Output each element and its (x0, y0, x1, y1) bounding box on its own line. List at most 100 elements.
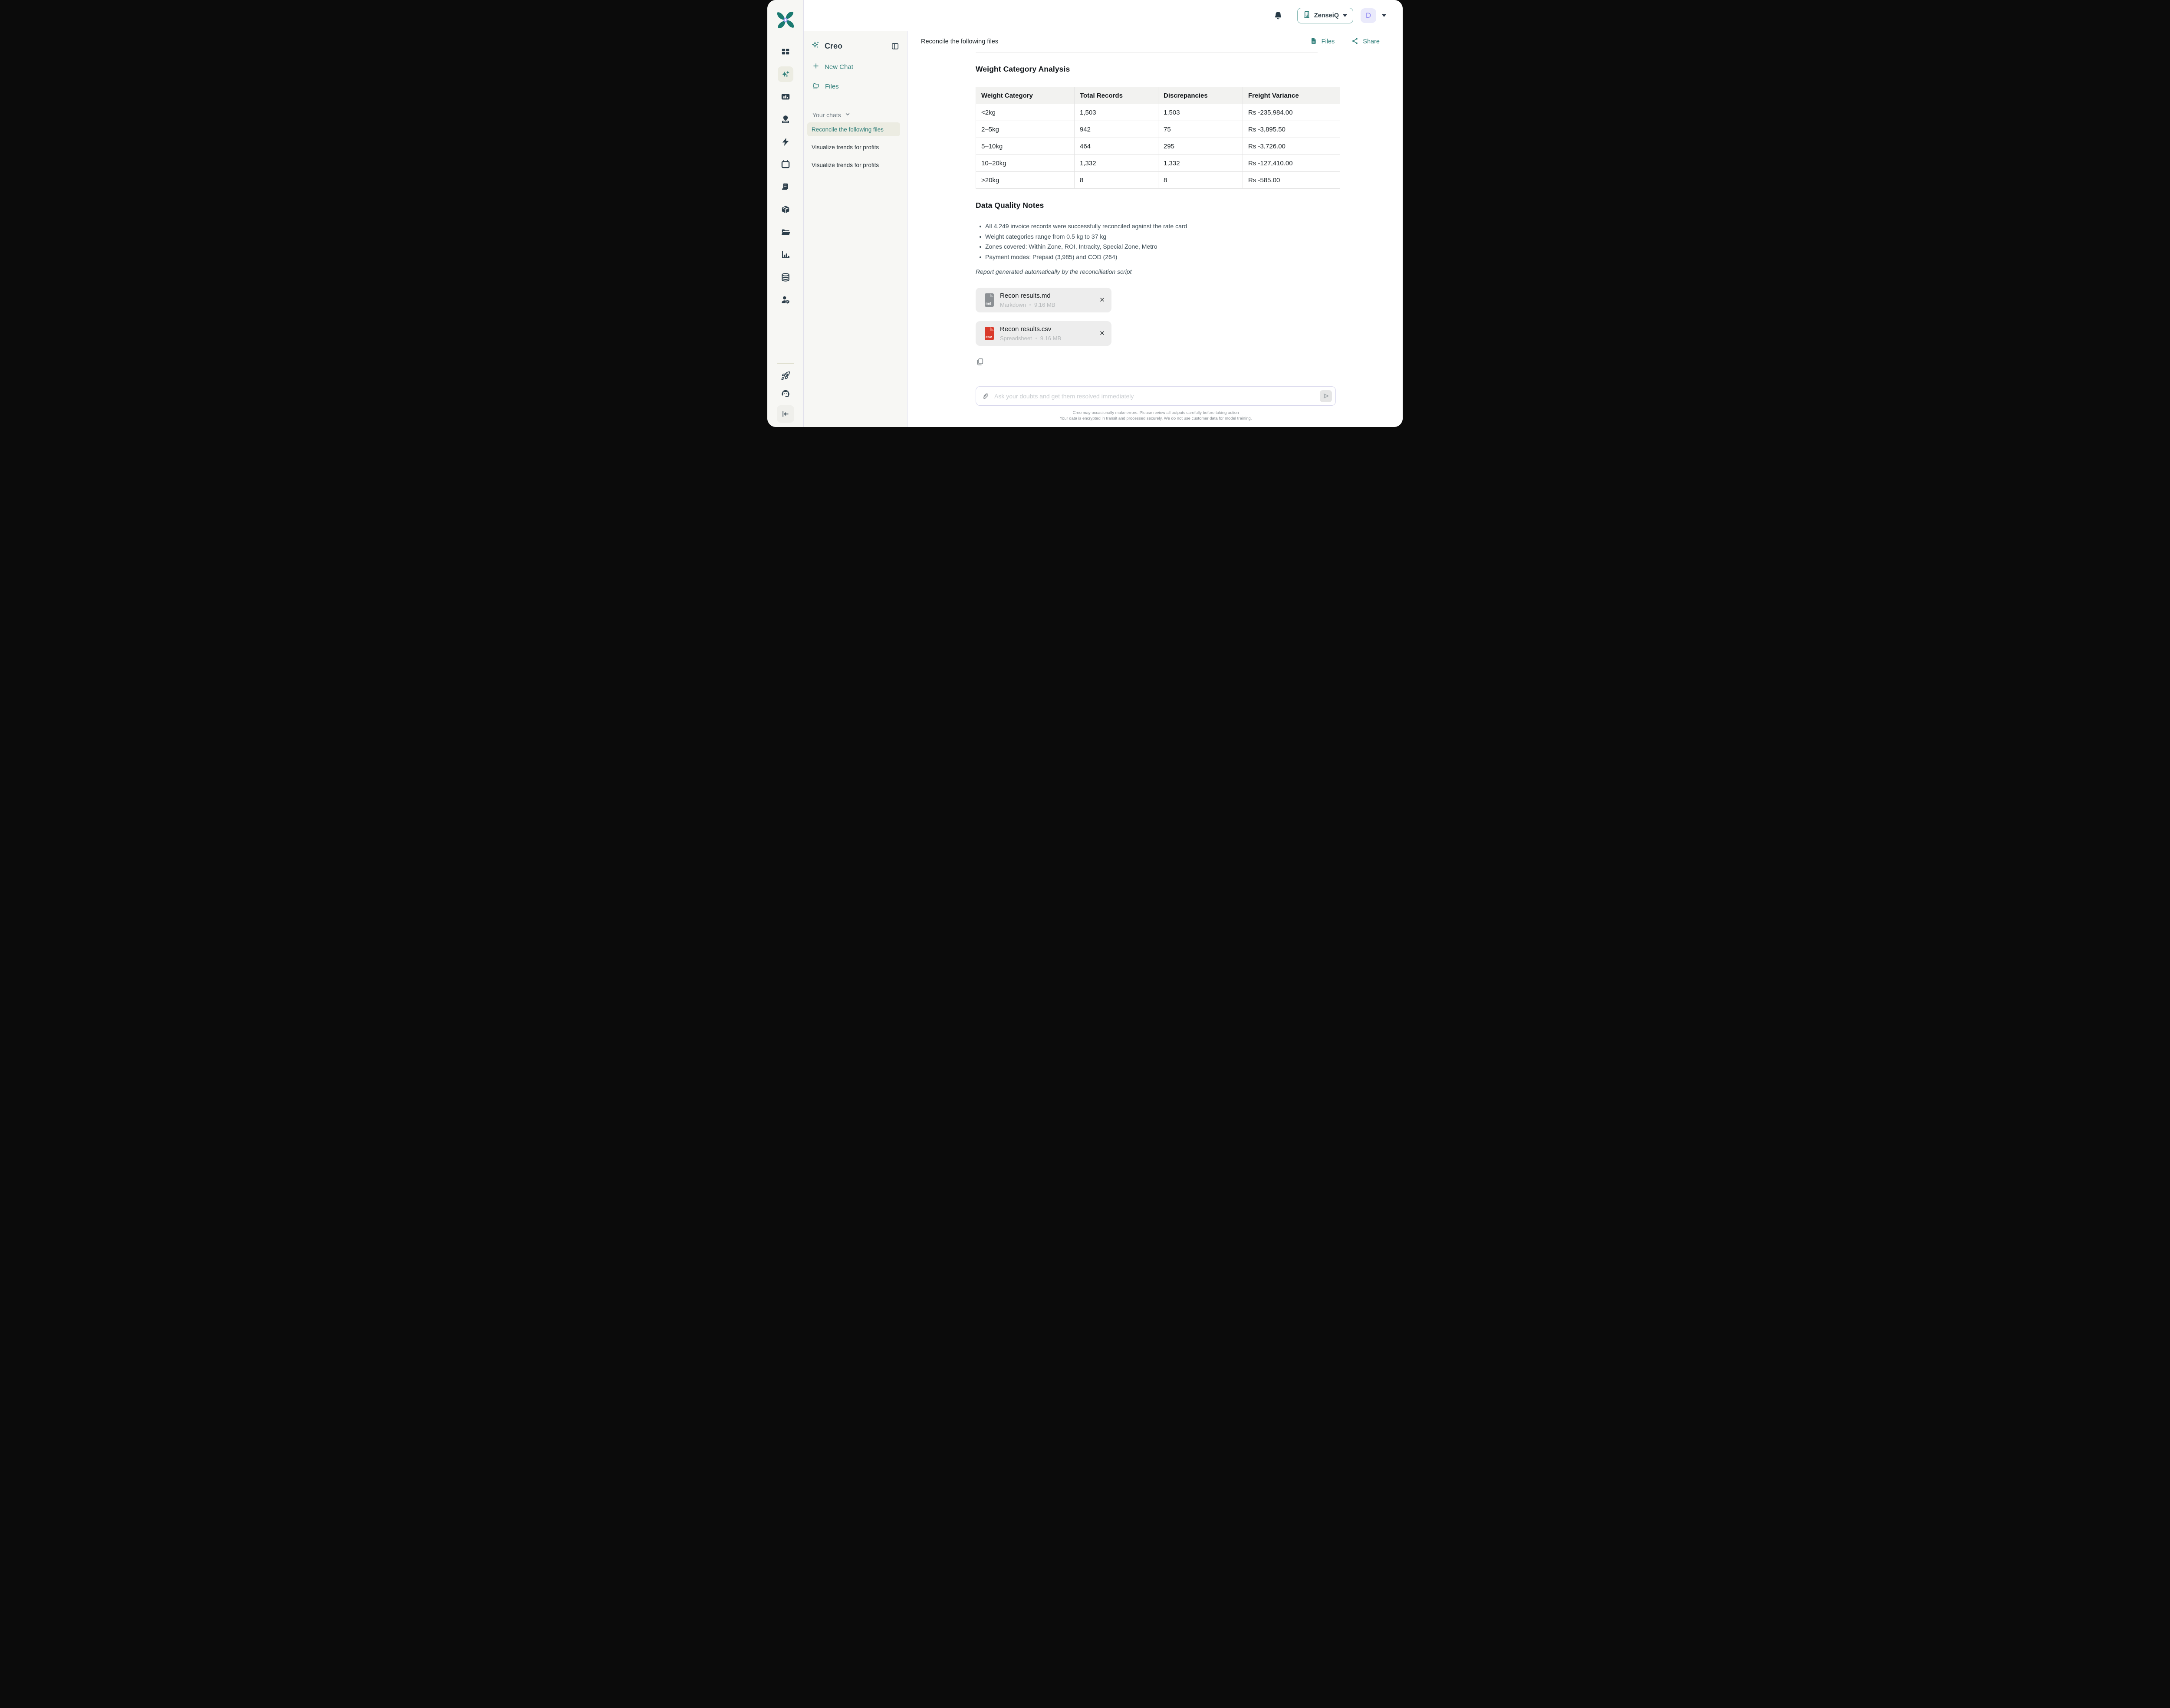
new-chat-button[interactable]: New Chat (811, 62, 853, 71)
table-cell: 1,503 (1075, 104, 1158, 121)
table-cell: 8 (1158, 172, 1243, 189)
receipt-icon[interactable] (780, 182, 791, 192)
column-header: Total Records (1075, 87, 1158, 104)
send-button[interactable] (1320, 390, 1332, 402)
column-header: Discrepancies (1158, 87, 1243, 104)
user-settings-icon[interactable] (780, 295, 791, 305)
copy-icon[interactable] (976, 358, 984, 367)
message-input[interactable] (994, 393, 1315, 400)
table-row: 10–20kg 1,332 1,332 Rs -127,410.00 (976, 155, 1340, 172)
histogram-icon[interactable] (780, 250, 791, 260)
folder-icon[interactable] (780, 227, 791, 237)
analysis-heading: Weight Category Analysis (976, 65, 1340, 74)
folders-icon (812, 82, 820, 91)
close-icon[interactable] (1098, 297, 1105, 304)
collapse-panel-icon[interactable] (891, 42, 899, 50)
right-column: ZenseiQ D (804, 0, 1403, 427)
share-button[interactable]: Share (1351, 37, 1380, 46)
chat-list: Reconcile the following files Visualize … (811, 122, 899, 172)
message-actions (976, 358, 1340, 368)
data-quality-notes: All 4,249 invoice records were successfu… (976, 221, 1340, 262)
table-cell: 1,503 (1158, 104, 1243, 121)
chat-item[interactable]: Visualize trends for profits (807, 140, 900, 154)
report-footnote: Report generated automatically by the re… (976, 268, 1340, 275)
creo-sidebar: Creo New Chat (804, 31, 907, 427)
files-nav-label: Files (825, 83, 839, 90)
file-name: Recon results.md (1000, 292, 1092, 299)
table-cell: 8 (1075, 172, 1158, 189)
table-cell: 2–5kg (976, 121, 1075, 138)
headset-support-icon[interactable] (780, 388, 791, 398)
file-card-csv[interactable]: csv Recon results.csv Spreadsheet 9.16 M… (976, 321, 1111, 346)
file-type: Spreadsheet (1000, 335, 1032, 342)
header-divider (976, 52, 1318, 53)
table-cell: 942 (1075, 121, 1158, 138)
plus-icon (812, 62, 819, 71)
header-actions: Files Share (1310, 37, 1380, 46)
user-avatar[interactable]: D (1361, 8, 1376, 23)
chart-card-icon[interactable] (780, 92, 791, 102)
table-cell: Rs -585.00 (1243, 172, 1340, 189)
table-row: 2–5kg 942 75 Rs -3,895.50 (976, 121, 1340, 138)
markdown-file-icon: md (985, 293, 994, 307)
chat-transcript: Weight Category Analysis Weight Category… (907, 65, 1340, 421)
column-header: Freight Variance (1243, 87, 1340, 104)
chat-item[interactable]: Reconcile the following files (807, 122, 900, 136)
file-type: Markdown (1000, 302, 1026, 308)
disclaimer: Creo may occasionally make errors. Pleas… (976, 411, 1336, 421)
database-icon[interactable] (780, 272, 791, 282)
file-fold (990, 327, 994, 331)
table-cell: Rs -3,726.00 (1243, 138, 1340, 155)
package-icon[interactable] (780, 204, 791, 215)
calendar-icon[interactable] (780, 159, 791, 170)
icon-rail (767, 0, 804, 427)
dot-separator (1029, 304, 1031, 305)
your-chats-toggle[interactable]: Your chats (811, 111, 851, 118)
table-cell: Rs -3,895.50 (1243, 121, 1340, 138)
files-button[interactable]: Files (1310, 37, 1335, 46)
collapse-rail-button[interactable] (777, 405, 794, 423)
rail-bottom (777, 363, 794, 427)
close-icon[interactable] (1098, 330, 1105, 337)
chevron-down-icon (845, 111, 851, 118)
notes-heading: Data Quality Notes (976, 201, 1340, 210)
main-header: Reconcile the following files Files (907, 31, 1403, 52)
user-menu-chevron-icon[interactable] (1382, 14, 1386, 17)
stamp-icon[interactable] (780, 114, 791, 125)
rail-nav (778, 46, 793, 305)
sparkles-icon[interactable] (778, 66, 793, 82)
file-badge-label: md (986, 301, 991, 305)
table-row: >20kg 8 8 Rs -585.00 (976, 172, 1340, 189)
files-nav-button[interactable]: Files (811, 82, 839, 91)
column-header: Weight Category (976, 87, 1075, 104)
file-card-md[interactable]: md Recon results.md Markdown 9.16 MB (976, 288, 1111, 312)
org-switcher[interactable]: ZenseiQ (1297, 8, 1353, 23)
file-badge-label: csv (986, 335, 992, 339)
lightning-icon[interactable] (780, 137, 791, 147)
notifications-bell-icon[interactable] (1273, 11, 1283, 20)
rocket-icon[interactable] (780, 371, 791, 381)
share-button-label: Share (1363, 38, 1380, 45)
avatar-initial: D (1366, 11, 1371, 20)
main-content: Reconcile the following files Files (907, 31, 1403, 427)
csv-file-icon: csv (985, 327, 994, 340)
dashboard-grid-icon[interactable] (780, 46, 791, 57)
chat-item[interactable]: Visualize trends for profits (807, 158, 900, 172)
table-cell: >20kg (976, 172, 1075, 189)
table-cell: <2kg (976, 104, 1075, 121)
org-name: ZenseiQ (1314, 12, 1339, 19)
table-cell: 295 (1158, 138, 1243, 155)
file-fold (990, 293, 994, 297)
attachments: md Recon results.md Markdown 9.16 MB (976, 288, 1340, 346)
app-window: ZenseiQ D (767, 0, 1403, 427)
new-chat-label: New Chat (825, 63, 853, 71)
paperclip-icon[interactable] (981, 392, 990, 401)
file-name: Recon results.csv (1000, 325, 1092, 333)
building-icon (1303, 11, 1310, 20)
creo-sparkle-icon (811, 40, 820, 52)
table-cell: 1,332 (1158, 155, 1243, 172)
table-cell: 5–10kg (976, 138, 1075, 155)
table-cell: 464 (1075, 138, 1158, 155)
note-item: Weight categories range from 0.5 kg to 3… (976, 232, 1340, 242)
note-item: All 4,249 invoice records were successfu… (976, 221, 1340, 232)
